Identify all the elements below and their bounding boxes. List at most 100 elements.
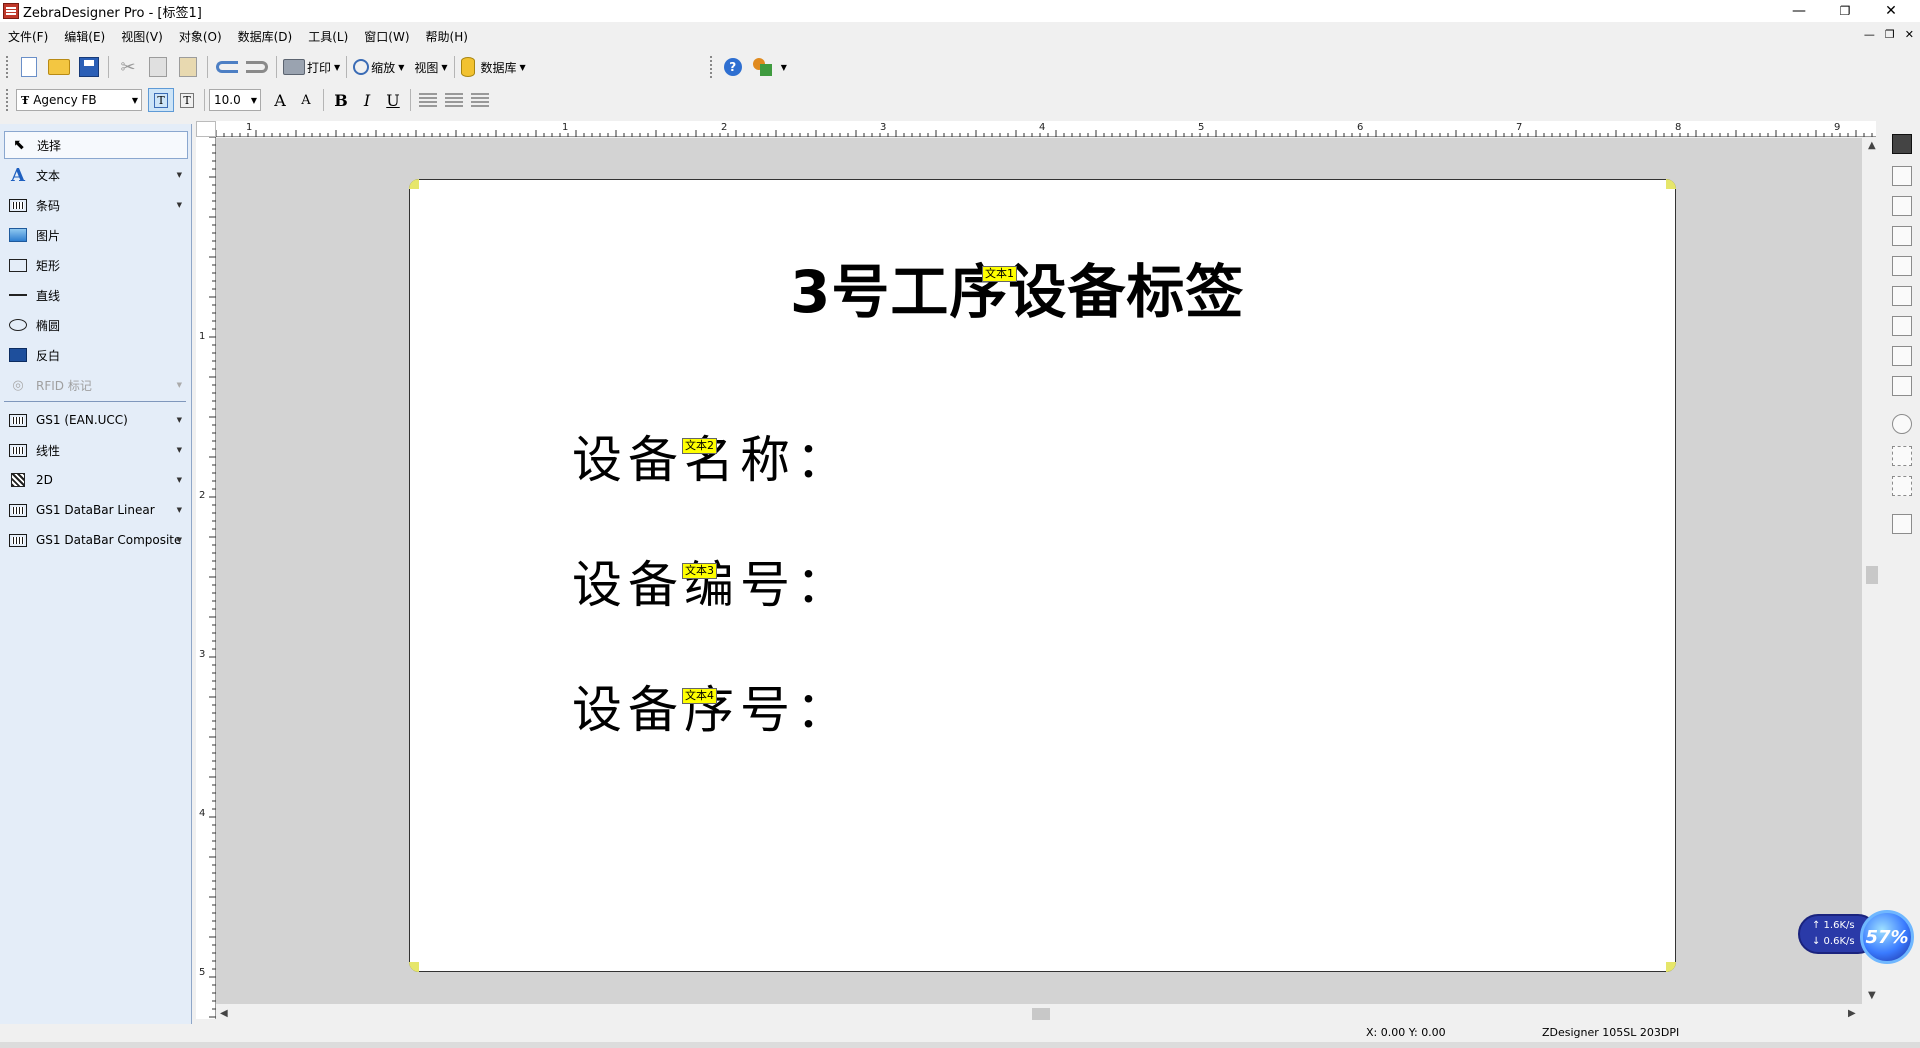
distribute-vertical-icon[interactable] [1892, 376, 1912, 396]
vertical-scrollbar[interactable]: ▲ ▼ [1862, 138, 1882, 1004]
restore-button[interactable]: ❐ [1822, 0, 1868, 22]
database-button[interactable]: 数据库 ▼ [460, 54, 526, 80]
doc-close-button[interactable]: ✕ [1905, 28, 1914, 41]
help-button[interactable]: ? [720, 54, 746, 80]
scissors-icon: ✂ [120, 56, 136, 78]
ungroup-icon[interactable] [1892, 476, 1912, 496]
toolbox-panel: ⬉ 选择 A 文本 ▼ 条码 ▼ 图片 矩形 直线 椭圆 反白 ◎ RFID 标… [0, 124, 192, 1024]
shrink-font-button[interactable]: A [293, 88, 319, 112]
toolbar-grip[interactable] [6, 89, 10, 111]
label-canvas[interactable]: 3号工序设备标签 文本1 设备名称： 文本2 设备编号： 文本3 设备序号： 文… [409, 179, 1676, 972]
align-bottom-icon[interactable] [1892, 226, 1912, 246]
toolbox-item-ellipse[interactable]: 椭圆 [4, 311, 188, 339]
toolbox-item-text[interactable]: A 文本 ▼ [4, 161, 188, 189]
align-right-icon[interactable] [1892, 316, 1912, 336]
underline-button[interactable]: U [380, 88, 406, 112]
menu-edit[interactable]: 编辑(E) [56, 28, 113, 45]
paste-button[interactable] [175, 54, 201, 80]
toolbox-item-line[interactable]: 直线 [4, 281, 188, 309]
toolbox-item-rectangle[interactable]: 矩形 [4, 251, 188, 279]
distribute-horizontal-icon[interactable] [1892, 346, 1912, 366]
scroll-down-arrow-icon[interactable]: ▼ [1868, 990, 1876, 1001]
redo-button[interactable] [244, 54, 270, 80]
align-left-button[interactable] [415, 88, 441, 112]
object-tag-text3[interactable]: 文本3 [682, 563, 717, 579]
text-tool-toggle-button[interactable]: T [148, 88, 174, 112]
toolbox-item-gs1-databar-composite[interactable]: GS1 DataBar Composite ▼ [4, 526, 188, 554]
toolbox-item-label: GS1 (EAN.UCC) [36, 413, 128, 427]
scroll-right-arrow-icon[interactable]: ▶ [1848, 1008, 1856, 1019]
copy-button[interactable] [145, 54, 171, 80]
toolbox-item-barcode[interactable]: 条码 ▼ [4, 191, 188, 219]
object-tag-text4[interactable]: 文本4 [682, 688, 717, 704]
object-tag-text2[interactable]: 文本2 [682, 438, 717, 454]
inverse-icon [9, 348, 27, 362]
cut-button[interactable]: ✂ [115, 54, 141, 80]
ruler-corner-button[interactable] [196, 121, 216, 137]
toolbox-item-rfid[interactable]: ◎ RFID 标记 ▼ [4, 371, 188, 399]
menu-help[interactable]: 帮助(H) [418, 28, 476, 45]
menu-tools[interactable]: 工具(L) [300, 28, 356, 45]
menu-file[interactable]: 文件(F) [0, 28, 56, 45]
label-device-serial-text[interactable]: 设备序号： [572, 670, 852, 742]
menu-object[interactable]: 对象(O) [171, 28, 230, 45]
chevron-down-icon[interactable]: ▼ [781, 63, 787, 72]
network-speed-widget[interactable]: ↑ 1.6K/s ↓ 0.6K/s 57% [1798, 910, 1918, 964]
toolbox-item-inverse[interactable]: 反白 [4, 341, 188, 369]
align-left-icon[interactable] [1892, 256, 1912, 276]
paragraph-button[interactable]: T [174, 88, 200, 112]
save-button[interactable] [76, 54, 102, 80]
scroll-left-arrow-icon[interactable]: ◀ [220, 1008, 228, 1019]
menu-view[interactable]: 视图(V) [113, 28, 171, 45]
align-center-button[interactable] [441, 88, 467, 112]
open-button[interactable] [46, 54, 72, 80]
align-center-icon[interactable] [1892, 286, 1912, 306]
view-button[interactable]: 视图 ▼ [412, 54, 447, 80]
label-device-name-text[interactable]: 设备名称： [572, 420, 852, 492]
toolbox-item-gs1-databar-linear[interactable]: GS1 DataBar Linear ▼ [4, 496, 188, 524]
toolbox-item-linear[interactable]: 线性 ▼ [4, 436, 188, 464]
bold-button[interactable]: B [328, 88, 354, 112]
toolbox-item-2d[interactable]: 2D ▼ [4, 466, 188, 494]
undo-button[interactable] [214, 54, 240, 80]
ruler-number: 1 [199, 331, 206, 342]
menu-database[interactable]: 数据库(D) [230, 28, 301, 45]
group-icon[interactable] [1892, 446, 1912, 466]
properties-icon[interactable] [1892, 514, 1912, 534]
label-device-number-text[interactable]: 设备编号： [572, 545, 852, 617]
zoom-button[interactable]: 缩放 ▼ [353, 54, 404, 80]
minimize-button[interactable]: — [1776, 0, 1822, 22]
label-title-text[interactable]: 3号工序设备标签 [790, 245, 1244, 329]
new-document-icon [21, 57, 37, 77]
standard-toolbar: ✂ 打印 ▼ 缩放 ▼ 视图 ▼ 数据库 ▼ ? ▼ [0, 52, 1920, 82]
align-top-icon[interactable] [1892, 166, 1912, 186]
horizontal-scroll-thumb[interactable] [1032, 1008, 1050, 1020]
new-button[interactable] [16, 54, 42, 80]
toolbar-grip[interactable] [709, 56, 714, 78]
toolbox-item-select[interactable]: ⬉ 选择 [4, 131, 188, 159]
ruler-number: 5 [1198, 122, 1205, 133]
align-left-icon [419, 93, 437, 107]
close-button[interactable]: ✕ [1868, 0, 1914, 22]
shapes-button[interactable] [750, 54, 776, 80]
object-tag-text1[interactable]: 文本1 [982, 266, 1017, 282]
font-size-select[interactable]: 10.0 ▼ [209, 89, 261, 111]
grow-font-button[interactable]: A [267, 88, 293, 112]
align-middle-icon[interactable] [1892, 196, 1912, 216]
vertical-scroll-thumb[interactable] [1866, 566, 1878, 584]
horizontal-scrollbar[interactable]: ◀ ▶ [216, 1004, 1862, 1024]
font-family-select[interactable]: Ŧ Agency FB ▼ [16, 89, 142, 111]
toolbox-item-picture[interactable]: 图片 [4, 221, 188, 249]
menu-window[interactable]: 窗口(W) [356, 28, 417, 45]
align-right-button[interactable] [467, 88, 493, 112]
print-button[interactable]: 打印 ▼ [283, 54, 340, 80]
toolbar-grip[interactable] [6, 56, 10, 78]
toolbox-item-gs1-ean-ucc[interactable]: GS1 (EAN.UCC) ▼ [4, 406, 188, 434]
scroll-up-arrow-icon[interactable]: ▲ [1868, 140, 1876, 151]
barcode-object-icon[interactable] [1892, 134, 1912, 154]
rotate-icon[interactable] [1892, 414, 1912, 434]
doc-minimize-button[interactable]: — [1864, 28, 1875, 41]
italic-button[interactable]: I [354, 88, 380, 112]
vertical-ruler-ticks [209, 136, 216, 1018]
doc-restore-button[interactable]: ❐ [1885, 28, 1895, 41]
